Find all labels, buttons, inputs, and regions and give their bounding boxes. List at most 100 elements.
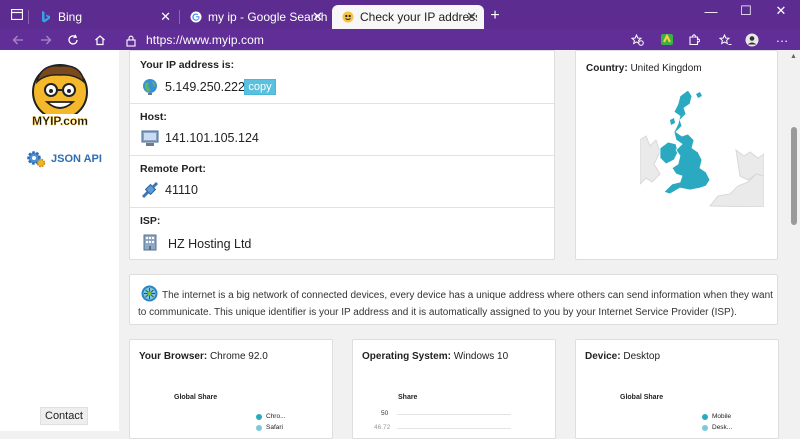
- back-arrow-icon: [12, 35, 23, 44]
- device-value: Desktop: [623, 351, 661, 362]
- page-scrollbar[interactable]: ▲: [788, 50, 800, 431]
- isp-row: ISP: HZ Hosting Ltd: [130, 208, 554, 260]
- isp-value: HZ Hosting Ltd: [168, 237, 252, 251]
- country-card: Country: United Kingdom: [575, 50, 778, 260]
- browser-value: Chrome 92.0: [209, 351, 268, 362]
- home-button[interactable]: [90, 30, 110, 49]
- json-api-link[interactable]: JSON API: [26, 150, 102, 168]
- more-menu-button[interactable]: …: [772, 28, 792, 47]
- tab-myip[interactable]: Check your IP address | MyIP.co ✕: [332, 5, 484, 29]
- legend-label: Safari: [266, 424, 283, 431]
- new-tab-button[interactable]: +: [485, 6, 505, 25]
- back-button[interactable]: [8, 30, 28, 49]
- port-value: 41110: [165, 183, 198, 197]
- refresh-button[interactable]: [63, 30, 83, 49]
- forward-button[interactable]: [36, 30, 56, 49]
- tab-close-icon[interactable]: ✕: [160, 9, 171, 25]
- gridline: [397, 428, 511, 429]
- legend-label: Chro...: [266, 413, 286, 420]
- os-value: Windows 10: [453, 351, 509, 362]
- extension-button[interactable]: [657, 30, 677, 49]
- contact-button[interactable]: Contact: [40, 407, 88, 425]
- device-label-key: Device:: [585, 351, 621, 362]
- info-text: The internet is a big network of connect…: [138, 290, 773, 318]
- legend-dot: [702, 413, 708, 420]
- google-icon: [189, 11, 202, 24]
- bing-icon: [39, 11, 52, 24]
- copy-button[interactable]: copy: [244, 79, 276, 95]
- tab-google-search[interactable]: my ip - Google Search ✕: [180, 5, 330, 29]
- myip-logo[interactable]: MYIP.com: [27, 60, 93, 130]
- gear-icon: [27, 151, 46, 168]
- globe-icon: [141, 78, 159, 96]
- browser-label: Your Browser: Chrome 92.0: [139, 351, 268, 362]
- browser-label-key: Your Browser:: [139, 351, 208, 362]
- favorites-button[interactable]: [715, 30, 735, 49]
- host-row: Host: 141.101.105.124: [130, 104, 554, 156]
- building-icon: [141, 233, 159, 251]
- tab-close-icon[interactable]: ✕: [466, 9, 477, 25]
- minimize-button[interactable]: —: [694, 0, 728, 22]
- legend-item-chrome[interactable]: Chro...: [256, 413, 286, 420]
- port-row: Remote Port: 41110: [130, 156, 554, 208]
- json-api-label: JSON API: [51, 153, 102, 165]
- legend-dot: [702, 424, 708, 431]
- maximize-button[interactable]: ☐: [729, 0, 763, 22]
- sidebar: MYIP.com JSON API Contact: [0, 50, 119, 431]
- axis-tick-label: 46.72: [374, 424, 391, 431]
- tab-divider: [28, 10, 29, 24]
- country-label: Country: United Kingdom: [586, 63, 702, 74]
- refresh-icon: [68, 34, 78, 45]
- os-label: Operating System: Windows 10: [362, 351, 508, 362]
- address-bar[interactable]: https://www.myip.com: [120, 30, 648, 50]
- device-card: Device: Desktop Global Share Mobile Desk…: [575, 339, 779, 439]
- os-card: Operating System: Windows 10 Share 50 46…: [352, 339, 556, 439]
- tab-title: my ip - Google Search: [208, 10, 328, 24]
- port-label: Remote Port:: [140, 163, 206, 175]
- forward-arrow-icon: [41, 35, 52, 44]
- tab-actions-button[interactable]: [7, 5, 27, 24]
- favorites-icon: [718, 33, 731, 45]
- tab-actions-icon: [11, 9, 23, 20]
- puzzle-icon: [689, 33, 700, 45]
- country-value: United Kingdom: [630, 63, 702, 74]
- legend-item-desktop[interactable]: Desk...: [702, 424, 732, 431]
- close-window-button[interactable]: ✕: [764, 0, 798, 22]
- tab-bing[interactable]: Bing ✕: [30, 5, 178, 29]
- os-chart-title: Share: [398, 394, 418, 401]
- myip-icon: [341, 11, 354, 24]
- axis-tick-label: 50: [381, 410, 389, 417]
- country-label-key: Country:: [586, 63, 628, 74]
- profile-button[interactable]: [742, 30, 762, 49]
- tab-close-icon[interactable]: ✕: [312, 9, 323, 25]
- browser-toolbar: https://www.myip.com …: [0, 29, 800, 50]
- device-chart-title: Global Share: [620, 394, 664, 401]
- gridline: [397, 414, 511, 415]
- browser-chart-title: Global Share: [174, 394, 218, 401]
- url-text: https://www.myip.com: [146, 33, 265, 47]
- legend-label: Mobile: [712, 413, 732, 420]
- tab-title: Bing: [58, 10, 83, 24]
- add-favorite-icon: [630, 33, 644, 46]
- info-card: The internet is a big network of connect…: [129, 274, 778, 325]
- legend-item-safari[interactable]: Safari: [256, 424, 283, 431]
- legend-dot: [256, 413, 262, 420]
- legend-item-mobile[interactable]: Mobile: [702, 413, 731, 420]
- ip-value: 5.149.250.222: [165, 80, 245, 94]
- host-label: Host:: [140, 111, 167, 123]
- computer-icon: [141, 129, 159, 147]
- host-value: 141.101.105.124: [165, 131, 259, 145]
- legend-dot: [256, 424, 262, 431]
- connector-icon: [141, 181, 159, 199]
- legend-label: Desk...: [712, 424, 733, 431]
- avatar: [745, 33, 759, 46]
- scroll-thumb[interactable]: [791, 127, 797, 225]
- extensions-button[interactable]: [684, 30, 704, 49]
- scroll-up-icon[interactable]: ▲: [790, 53, 797, 60]
- uk-map: [640, 90, 764, 207]
- site-permissions-button[interactable]: [627, 30, 647, 49]
- extension-colored-icon: [661, 33, 673, 45]
- ip-row: Your IP address is: 5.149.250.222 copy: [130, 51, 554, 104]
- ip-label: Your IP address is:: [140, 59, 235, 71]
- os-label-key: Operating System:: [362, 351, 451, 362]
